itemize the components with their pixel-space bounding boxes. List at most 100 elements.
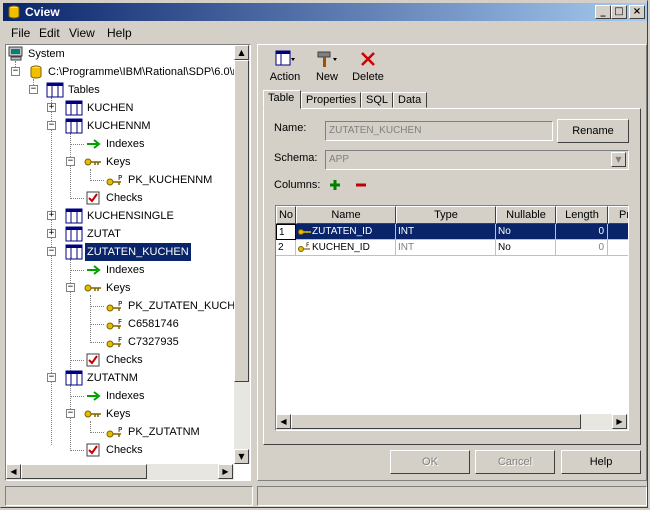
- cell-length[interactable]: 0: [556, 240, 608, 256]
- tab-data[interactable]: Data: [393, 92, 427, 108]
- collapse-toggle[interactable]: −: [47, 247, 56, 256]
- tab-sql[interactable]: SQL: [361, 92, 393, 108]
- key-icon: [298, 229, 311, 235]
- maximize-button[interactable]: □: [611, 5, 627, 19]
- ok-button[interactable]: OK: [390, 450, 470, 474]
- help-button[interactable]: Help: [561, 450, 641, 474]
- collapse-toggle[interactable]: −: [66, 157, 75, 166]
- delete-button[interactable]: Delete: [348, 49, 388, 83]
- tree-label: KUCHENSINGLE: [87, 210, 174, 222]
- name-label: Name:: [274, 122, 307, 134]
- cell-no[interactable]: 1: [276, 224, 296, 240]
- schema-tree[interactable]: System − C:\Programme\IBM\Rational\SDP\6…: [5, 44, 251, 481]
- scroll-right-arrow-icon[interactable]: ▶: [218, 464, 233, 479]
- minimize-button[interactable]: _: [595, 5, 611, 19]
- column-header-type[interactable]: Type: [396, 206, 496, 224]
- menu-edit[interactable]: Edit: [39, 26, 60, 40]
- svg-text:F: F: [118, 318, 122, 326]
- cell-length[interactable]: 0: [556, 224, 608, 240]
- tree-vertical-scrollbar[interactable]: ▲ ▼: [234, 45, 250, 464]
- collapse-toggle[interactable]: −: [29, 85, 38, 94]
- schema-select[interactable]: APP ▼: [325, 150, 629, 170]
- collapse-toggle[interactable]: −: [47, 373, 56, 382]
- scroll-left-arrow-icon[interactable]: ◀: [6, 464, 21, 479]
- foreign-key-icon: F: [106, 336, 122, 348]
- collapse-toggle[interactable]: −: [66, 409, 75, 418]
- scroll-left-arrow-icon[interactable]: ◀: [276, 414, 291, 429]
- menu-bar: File Edit View Help: [3, 23, 647, 42]
- column-header-pr[interactable]: Pr: [608, 206, 628, 224]
- key-icon: [84, 410, 101, 418]
- scroll-up-arrow-icon[interactable]: ▲: [234, 45, 249, 60]
- scroll-thumb[interactable]: [21, 464, 147, 479]
- menu-help[interactable]: Help: [107, 26, 132, 40]
- expand-toggle[interactable]: +: [47, 211, 56, 220]
- cell-name[interactable]: ZUTATEN_ID: [296, 224, 396, 240]
- tree-label: Keys: [106, 408, 131, 420]
- column-header-length[interactable]: Length: [556, 206, 608, 224]
- tree-label: System: [28, 48, 65, 60]
- tree-label: Indexes: [106, 390, 145, 402]
- name-input[interactable]: ZUTATEN_KUCHEN: [325, 121, 553, 141]
- action-button[interactable]: Action: [265, 49, 305, 83]
- status-bar-left: [5, 486, 253, 506]
- checkbox-icon: [86, 191, 100, 205]
- checkbox-icon: [86, 353, 100, 367]
- cell-type[interactable]: INT: [396, 224, 496, 240]
- cell-nullable[interactable]: No: [496, 240, 556, 256]
- cell-type[interactable]: INT: [396, 240, 496, 256]
- tree-label: C6581746: [128, 318, 179, 330]
- foreign-key-icon: F: [106, 318, 122, 330]
- cell-no[interactable]: 2: [276, 240, 296, 256]
- cell-pr[interactable]: [608, 240, 628, 256]
- menu-file[interactable]: File: [11, 26, 30, 40]
- column-header-name[interactable]: Name: [296, 206, 396, 224]
- table-icon: [65, 370, 83, 386]
- tree-label: ZUTATEN_KUCHEN: [85, 243, 191, 261]
- cell-nullable[interactable]: No: [496, 224, 556, 240]
- tree-label: Tables: [68, 84, 100, 96]
- key-icon: P: [106, 300, 122, 312]
- rename-button[interactable]: Rename: [557, 119, 629, 143]
- database-icon: [30, 65, 42, 79]
- column-header-nullable[interactable]: Nullable: [496, 206, 556, 224]
- tree-label: Indexes: [106, 264, 145, 276]
- cancel-button[interactable]: Cancel: [475, 450, 555, 474]
- foreign-key-icon: F: [298, 242, 310, 252]
- tree-label: KUCHENNM: [87, 120, 151, 132]
- cell-name[interactable]: F KUCHEN_ID: [296, 240, 396, 256]
- menu-view[interactable]: View: [69, 26, 95, 40]
- scroll-thumb[interactable]: [291, 414, 581, 429]
- expand-toggle[interactable]: +: [47, 229, 56, 238]
- table-icon: [65, 226, 83, 242]
- columns-grid[interactable]: No Name Type Nullable Length Pr 1 ZUTATE…: [275, 205, 629, 431]
- schema-label: Schema:: [274, 152, 318, 164]
- table-icon: [46, 82, 64, 98]
- scroll-right-arrow-icon[interactable]: ▶: [612, 414, 627, 429]
- title-bar[interactable]: Cview _ □ ×: [3, 3, 647, 21]
- collapse-toggle[interactable]: −: [66, 283, 75, 292]
- dropdown-arrow-icon[interactable]: ▼: [611, 152, 626, 167]
- tree-label: ZUTAT: [87, 228, 121, 240]
- scroll-down-arrow-icon[interactable]: ▼: [234, 449, 249, 464]
- expand-toggle[interactable]: +: [47, 103, 56, 112]
- svg-text:F: F: [306, 242, 310, 249]
- column-header-no[interactable]: No: [276, 206, 296, 224]
- computer-icon: [8, 46, 23, 61]
- grid-horizontal-scrollbar[interactable]: ◀ ▶: [276, 414, 628, 430]
- close-button[interactable]: ×: [629, 5, 645, 19]
- cell-pr[interactable]: [608, 224, 628, 240]
- tree-horizontal-scrollbar[interactable]: ◀ ▶: [6, 464, 234, 480]
- table-action-icon: [275, 50, 295, 66]
- columns-label: Columns:: [274, 179, 321, 191]
- tab-properties[interactable]: Properties: [301, 92, 361, 108]
- collapse-toggle[interactable]: −: [47, 121, 56, 130]
- add-column-icon[interactable]: [328, 178, 342, 192]
- scroll-thumb[interactable]: [234, 60, 249, 382]
- collapse-toggle[interactable]: −: [11, 67, 20, 76]
- tree-label: ZUTATNM: [87, 372, 138, 384]
- new-button[interactable]: New: [307, 49, 347, 83]
- key-icon: P: [106, 174, 122, 186]
- tab-table[interactable]: Table: [263, 90, 301, 109]
- remove-column-icon[interactable]: [354, 178, 368, 192]
